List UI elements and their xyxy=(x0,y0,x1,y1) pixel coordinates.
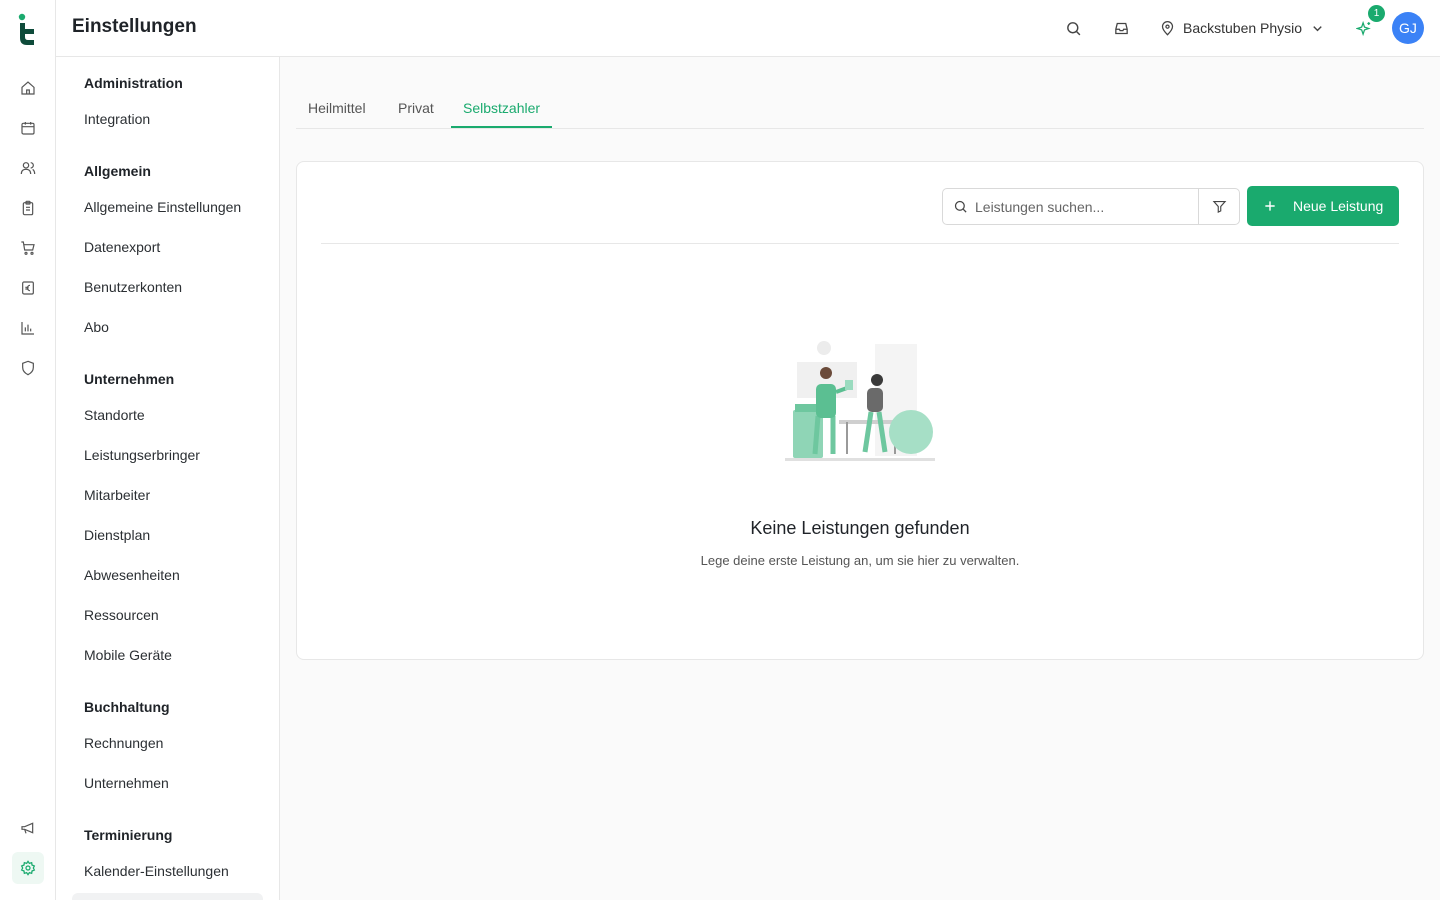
tab-selbstzahler[interactable]: Selbstzahler xyxy=(451,88,553,128)
search-icon[interactable] xyxy=(1061,16,1085,40)
euro-icon[interactable] xyxy=(16,276,40,300)
notification-badge: 1 xyxy=(1368,5,1385,22)
map-pin-icon xyxy=(1161,20,1174,36)
bar-chart-icon[interactable] xyxy=(16,316,40,340)
sidebar-item-dienstplan[interactable]: Dienstplan xyxy=(84,527,150,543)
sidebar-item-highlight[interactable] xyxy=(72,893,263,900)
search-input[interactable] xyxy=(975,198,1185,215)
sidebar-item-leistungserbringer[interactable]: Leistungserbringer xyxy=(84,447,200,463)
home-icon[interactable] xyxy=(16,76,40,100)
location-name: Backstuben Physio xyxy=(1183,20,1303,36)
section-administration: Administration xyxy=(84,75,183,91)
location-selector[interactable]: Backstuben Physio xyxy=(1160,16,1325,40)
cart-icon[interactable] xyxy=(16,236,40,260)
section-unternehmen: Unternehmen xyxy=(84,371,175,387)
sidebar-item-benutzerkonten[interactable]: Benutzerkonten xyxy=(84,279,182,295)
users-icon[interactable] xyxy=(16,156,40,180)
filter-button[interactable] xyxy=(1199,189,1239,224)
search-group xyxy=(942,188,1240,225)
calendar-icon[interactable] xyxy=(16,116,40,140)
sidebar-item-allgemeine-einstellungen[interactable]: Allgemeine Einstellungen xyxy=(84,199,241,215)
toolbar-divider xyxy=(321,243,1399,244)
chevron-down-icon xyxy=(1313,25,1322,31)
sidebar-item-ressourcen[interactable]: Ressourcen xyxy=(84,607,159,623)
sidebar-item-abwesenheiten[interactable]: Abwesenheiten xyxy=(84,567,180,583)
search-icon xyxy=(954,200,967,213)
page-title: Einstellungen xyxy=(72,16,197,37)
tab-bar: Heilmittel Privat Selbstzahler xyxy=(296,88,1424,129)
tab-privat[interactable]: Privat xyxy=(386,88,446,128)
shield-icon[interactable] xyxy=(16,356,40,380)
inbox-icon[interactable] xyxy=(1109,16,1133,40)
section-terminierung: Terminierung xyxy=(84,827,173,843)
top-header: Einstellungen Backstuben Physio 1 GJ xyxy=(56,0,1440,57)
sidebar-item-mitarbeiter[interactable]: Mitarbeiter xyxy=(84,487,150,503)
new-service-button[interactable]: Neue Leistung xyxy=(1247,186,1399,226)
settings-sidebar: Administration Integration Allgemein All… xyxy=(56,57,280,900)
sidebar-item-standorte[interactable]: Standorte xyxy=(84,407,145,423)
empty-state-subtitle: Lege deine erste Leistung an, um sie hie… xyxy=(700,553,1020,568)
search-box xyxy=(943,189,1199,224)
sidebar-item-abo[interactable]: Abo xyxy=(84,319,109,335)
tab-heilmittel[interactable]: Heilmittel xyxy=(296,88,378,128)
sidebar-item-rechnungen[interactable]: Rechnungen xyxy=(84,735,163,751)
clipboard-icon[interactable] xyxy=(16,196,40,220)
sidebar-item-kalender-einstellungen[interactable]: Kalender-Einstellungen xyxy=(84,863,229,879)
filter-icon xyxy=(1212,200,1226,214)
app-logo[interactable] xyxy=(16,12,40,46)
sidebar-item-mobile-geraete[interactable]: Mobile Geräte xyxy=(84,647,172,663)
empty-state-title: Keine Leistungen gefunden xyxy=(750,518,970,538)
section-buchhaltung: Buchhaltung xyxy=(84,699,170,715)
new-service-label: Neue Leistung xyxy=(1293,198,1384,214)
gear-icon[interactable] xyxy=(12,852,44,884)
megaphone-icon[interactable] xyxy=(16,816,40,840)
sidebar-item-integration[interactable]: Integration xyxy=(84,111,150,127)
plus-icon xyxy=(1265,201,1275,211)
services-card: Neue Leistung Keine Leistungen gefunden … xyxy=(296,161,1424,660)
avatar[interactable]: GJ xyxy=(1392,12,1424,44)
icon-rail xyxy=(0,0,56,900)
sidebar-item-unternehmen[interactable]: Unternehmen xyxy=(84,775,169,791)
sidebar-item-datenexport[interactable]: Datenexport xyxy=(84,239,160,255)
empty-state-illustration xyxy=(785,341,935,461)
section-allgemein: Allgemein xyxy=(84,163,151,179)
